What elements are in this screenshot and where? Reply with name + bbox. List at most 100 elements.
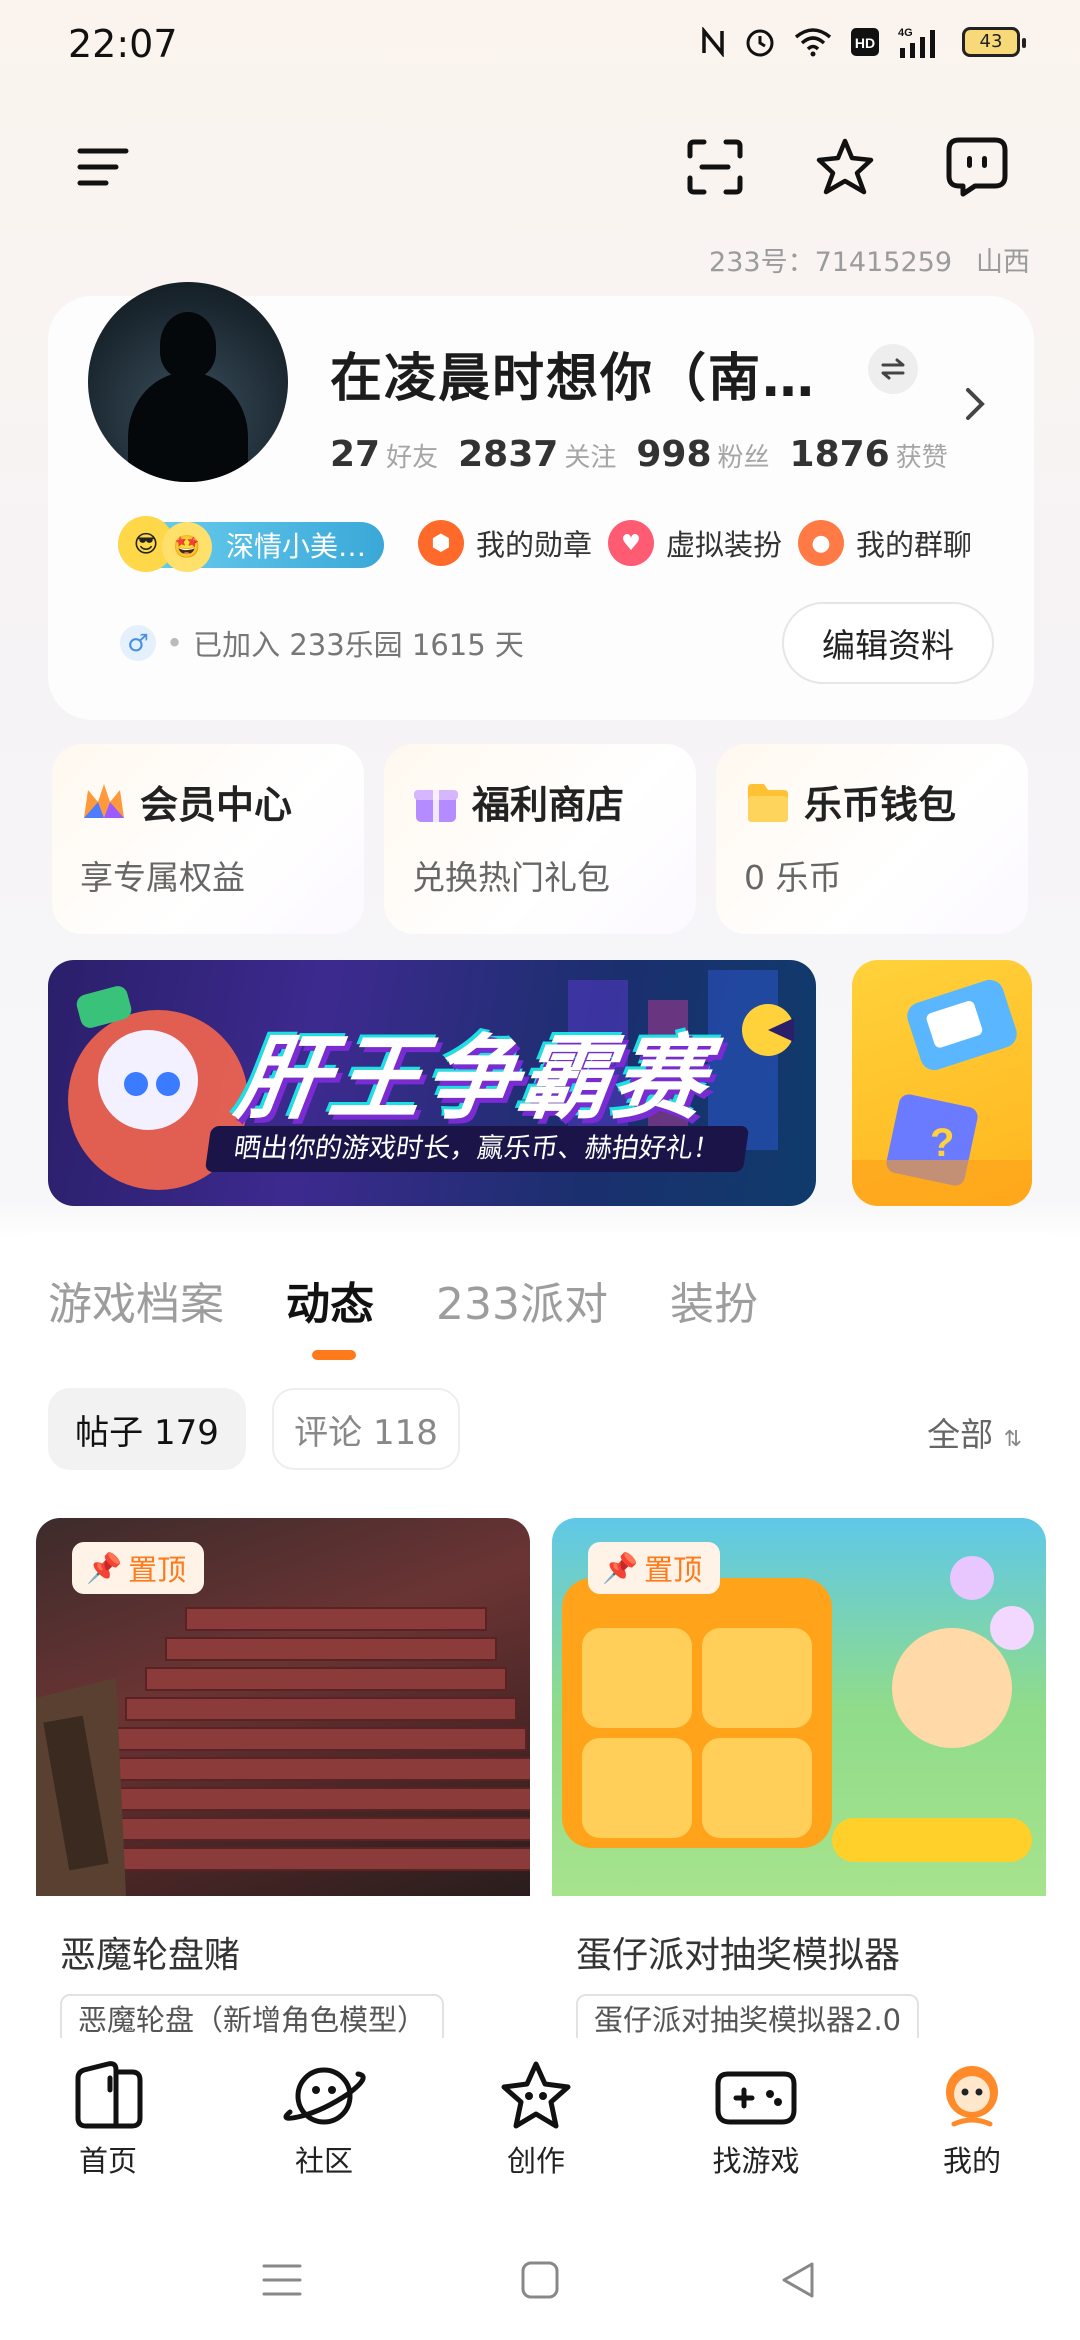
menu-icon	[77, 148, 129, 186]
edit-profile-button[interactable]: 编辑资料	[782, 602, 994, 684]
male-icon: ♂	[120, 625, 156, 661]
my-groups-label: 我的群聊	[856, 528, 973, 562]
back-triangle-icon	[782, 2262, 814, 2298]
svg-text:4G: 4G	[898, 27, 913, 39]
signal-4g-icon: 4G	[898, 27, 935, 58]
recents-button[interactable]	[252, 2250, 312, 2310]
username[interactable]: 在凌晨时想你（南…	[330, 336, 816, 411]
stat-following[interactable]: 2837 关注	[458, 434, 616, 475]
tab-outfit[interactable]: 装扮	[670, 1268, 758, 1332]
vip-center-title: 会员中心	[140, 783, 293, 827]
nav-mine[interactable]: 我的	[892, 2060, 1052, 2180]
pinned-badge: 📌 置顶	[72, 1542, 205, 1594]
welfare-store-title: 福利商店	[472, 783, 625, 827]
nfc-icon	[702, 27, 724, 57]
menu-button[interactable]	[68, 132, 138, 202]
coin-wallet-card[interactable]: 乐币钱包 0 乐币	[716, 744, 1028, 934]
recents-icon	[262, 2264, 302, 2296]
filter-comments[interactable]: 评论 118	[272, 1388, 460, 1470]
profile-detail-button[interactable]	[962, 384, 988, 428]
medal-icon: ⬢	[418, 520, 464, 566]
avatar[interactable]	[88, 282, 288, 482]
profile-tabs: 游戏档案 动态 233派对 装扮	[48, 1268, 758, 1332]
sort-button[interactable]: 全部 ⇅	[927, 1408, 1022, 1456]
virtual-outfit-link[interactable]: ♥ 虚拟装扮	[608, 520, 782, 566]
nav-mine-label: 我的	[942, 2144, 1001, 2178]
post-game-tag[interactable]: 恶魔轮盘（新增角色模型）	[60, 1994, 445, 2038]
scan-button[interactable]	[680, 132, 750, 202]
home-system-button[interactable]	[510, 2250, 570, 2310]
tab-moments[interactable]: 动态	[286, 1268, 374, 1332]
virtual-outfit-label: 虚拟装扮	[666, 528, 783, 562]
swap-icon	[881, 358, 905, 380]
post-image: 📌 置顶	[552, 1518, 1046, 1896]
post-game-tag[interactable]: 蛋仔派对抽奖模拟器2.0	[576, 1994, 920, 2038]
post-title: 恶魔轮盘赌	[60, 1935, 241, 1976]
pin-icon: 📌	[86, 1550, 123, 1585]
star-eyes-emoji-icon: 🤩	[162, 522, 212, 572]
battery-icon: 43	[962, 27, 1026, 57]
profile-icon	[946, 2066, 998, 2127]
crown-icon	[84, 783, 124, 818]
wifi-icon	[794, 28, 832, 57]
nav-find-games-label: 找游戏	[712, 2144, 800, 2178]
nav-create-label: 创作	[506, 2144, 565, 2178]
post-card[interactable]: 📌 置顶 蛋仔派对抽奖模拟器 蛋仔派对抽奖模拟器2.0	[552, 1518, 1046, 2038]
join-info: ♂ • 已加入 233乐园 1615 天	[120, 622, 524, 664]
svg-text:HD: HD	[855, 35, 875, 51]
switch-account-button[interactable]	[868, 344, 918, 394]
coin-wallet-subtitle: 0 乐币	[744, 858, 842, 897]
nav-home[interactable]: 首页	[28, 2060, 188, 2180]
home-icon	[75, 2061, 143, 2129]
star-icon	[816, 138, 874, 195]
pinned-badge: 📌 置顶	[588, 1542, 721, 1594]
tab-233-party[interactable]: 233派对	[436, 1268, 608, 1332]
gamepad-icon	[715, 2071, 797, 2125]
vip-center-card[interactable]: 会员中心 享专属权益	[52, 744, 364, 934]
back-button[interactable]	[768, 2250, 828, 2310]
gift-icon	[414, 789, 458, 822]
coin-wallet-title: 乐币钱包	[804, 783, 957, 827]
wallet-folder-icon	[748, 783, 788, 822]
event-banner[interactable]: 肝王争霸赛 晒出你的游戏时长，赢乐币、赫拍好礼！	[48, 960, 816, 1206]
tab-game-records[interactable]: 游戏档案	[48, 1268, 224, 1332]
planet-icon	[283, 2067, 366, 2125]
outfit-icon: ♥	[608, 520, 654, 566]
my-medals-link[interactable]: ⬢ 我的勋章	[418, 520, 592, 566]
welfare-store-subtitle: 兑换热门礼包	[412, 858, 610, 897]
star-button[interactable]	[810, 132, 880, 202]
post-title: 蛋仔派对抽奖模拟器	[576, 1935, 901, 1976]
vip-center-subtitle: 享专属权益	[80, 858, 245, 897]
post-image: 📌 置顶	[36, 1518, 530, 1896]
banner-title: 肝王争霸赛	[229, 1025, 715, 1132]
nav-find-games[interactable]: 找游戏	[676, 2060, 836, 2180]
banner-subtitle: 晒出你的游戏时长，赢乐币、赫拍好礼！	[204, 1126, 750, 1172]
nav-home-label: 首页	[78, 2144, 137, 2178]
stat-likes[interactable]: 1876 获赞	[790, 434, 948, 475]
alarm-icon	[746, 29, 774, 57]
welfare-store-card[interactable]: 福利商店 兑换热门礼包	[384, 744, 696, 934]
active-tab-indicator	[312, 1350, 356, 1360]
filter-posts[interactable]: 帖子 179	[48, 1388, 246, 1470]
sort-icon: ⇅	[1003, 1427, 1022, 1452]
create-star-icon	[501, 2061, 571, 2129]
hd-icon: HD	[851, 28, 879, 56]
nav-community[interactable]: 社区	[244, 2060, 404, 2180]
square-home-icon	[521, 2261, 559, 2299]
stat-fans[interactable]: 998 粉丝	[636, 434, 769, 475]
status-icons: HD 4G 43	[700, 26, 1026, 58]
side-banner[interactable]: ?	[852, 960, 1032, 1206]
status-time: 22:07	[68, 22, 178, 66]
account-region: 山西	[976, 247, 1030, 278]
profile-stats: 27 好友 2837 关注 998 粉丝 1876 获赞	[330, 434, 948, 475]
stat-friends[interactable]: 27 好友	[330, 434, 438, 475]
post-card[interactable]: 📌 置顶 恶魔轮盘赌 恶魔轮盘（新增角色模型）	[36, 1518, 530, 2038]
nav-create[interactable]: 创作	[456, 2060, 616, 2180]
account-info: 233号：71415259 山西	[709, 240, 1030, 279]
sort-label: 全部	[927, 1415, 994, 1454]
my-groups-link[interactable]: ● 我的群聊	[798, 520, 972, 566]
group-chat-icon: ●	[798, 520, 844, 566]
message-button[interactable]	[942, 132, 1012, 202]
join-text: 已加入 233乐园 1615 天	[193, 628, 524, 662]
scan-icon	[687, 139, 743, 195]
